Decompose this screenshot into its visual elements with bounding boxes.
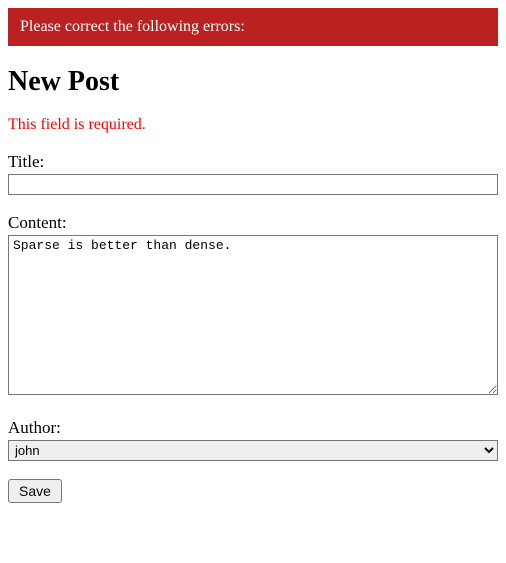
new-post-form: Title: Content: Sparse is better than de… — [8, 152, 498, 503]
author-group: Author: john — [8, 418, 498, 461]
author-select[interactable]: john — [8, 440, 498, 461]
title-input[interactable] — [8, 174, 498, 195]
error-banner: Please correct the following errors: — [8, 8, 498, 46]
title-group: Title: — [8, 152, 498, 195]
save-button[interactable]: Save — [8, 479, 62, 503]
content-group: Content: Sparse is better than dense. — [8, 213, 498, 400]
author-label: Author: — [8, 418, 498, 438]
title-label: Title: — [8, 152, 498, 172]
page-title: New Post — [8, 66, 498, 98]
content-textarea[interactable]: Sparse is better than dense. — [8, 235, 498, 395]
content-label: Content: — [8, 213, 498, 233]
field-error-message: This field is required. — [8, 116, 498, 134]
